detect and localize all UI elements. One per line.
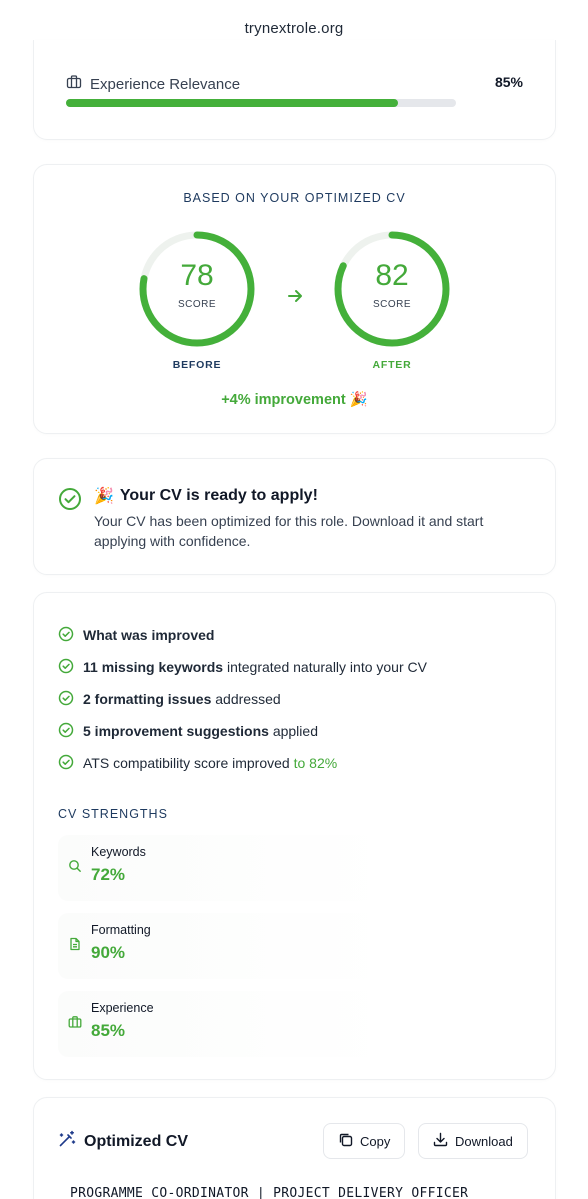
strength-keywords: Keywords 72% (58, 835, 534, 901)
download-icon (433, 1132, 448, 1150)
download-button[interactable]: Download (418, 1123, 528, 1159)
experience-relevance-label: Experience Relevance (90, 76, 241, 93)
list-item-text: ATS compatibility score improved to 82% (83, 755, 338, 771)
party-popper-icon: 🎉 (349, 392, 368, 408)
optimized-cv-header: Optimized CV (58, 1130, 188, 1153)
cv-first-line: PROGRAMME CO-ORDINATOR | PROJECT DELIVER… (70, 1186, 469, 1199)
cv-strengths-heading: CV STRENGTHS (58, 807, 168, 821)
before-score-value: 78 (180, 259, 214, 292)
list-item: 2 formatting issues addressed (58, 683, 427, 715)
strength-value: 90% (91, 943, 126, 962)
cv-ready-title-text: Your CV is ready to apply! (119, 487, 318, 504)
check-circle-icon (58, 658, 74, 677)
document-icon (68, 937, 82, 956)
strength-formatting: Formatting 90% (58, 913, 534, 979)
strength-experience: Experience 85% (58, 991, 534, 1057)
after-score-sub: SCORE (372, 299, 412, 310)
improvement-label: +4% improvement (221, 392, 346, 408)
download-button-label: Download (455, 1133, 513, 1149)
improvements-heading: What was improved (58, 619, 427, 651)
cv-ready-description: Your CV has been optimized for this role… (94, 513, 484, 549)
page-url: trynextrole.org (244, 19, 344, 37)
briefcase-icon (66, 74, 82, 95)
list-item-text: 11 missing keywords integrated naturally… (83, 659, 427, 675)
party-popper-icon: 🎉 (94, 488, 114, 505)
experience-relevance-percent: 85% (494, 74, 523, 90)
copy-button-label: Copy (360, 1133, 391, 1149)
experience-relevance-row: Experience Relevance (66, 74, 240, 95)
improvements-list: What was improved 11 missing keywords in… (58, 619, 427, 779)
strength-label: Experience (91, 1001, 154, 1015)
list-item: 11 missing keywords integrated naturally… (58, 651, 427, 683)
copy-button[interactable]: Copy (323, 1123, 406, 1159)
before-score-sub: SCORE (177, 299, 217, 310)
briefcase-icon (68, 1015, 82, 1034)
arrow-right-icon (286, 287, 304, 310)
experience-relevance-card: Experience Relevance 85% (33, 40, 556, 140)
score-comparison-card: BASED ON YOUR OPTIMIZED CV 78 SCORE BEFO… (33, 164, 556, 434)
cv-ready-title: 🎉 Your CV is ready to apply! (94, 486, 318, 506)
list-item-text: 5 improvement suggestions applied (83, 723, 318, 739)
check-circle-icon (58, 690, 74, 709)
improvements-heading-text: What was improved (83, 627, 215, 643)
copy-icon (338, 1132, 353, 1150)
list-item-text: 2 formatting issues addressed (83, 691, 281, 707)
strength-label: Keywords (91, 845, 146, 859)
search-icon (68, 859, 82, 878)
after-caption: AFTER (372, 359, 412, 371)
before-score-gauge: 78 SCORE (137, 229, 257, 349)
after-score-value: 82 (375, 259, 409, 292)
list-item: ATS compatibility score improved to 82% (58, 747, 427, 779)
check-circle-icon (58, 626, 74, 645)
experience-progress-bar (66, 99, 456, 107)
list-item: 5 improvement suggestions applied (58, 715, 427, 747)
check-circle-icon (58, 754, 74, 773)
score-card-title: BASED ON YOUR OPTIMIZED CV (183, 191, 406, 205)
optimized-cv-title: Optimized CV (84, 1132, 189, 1150)
improvement-text: +4% improvement 🎉 (34, 391, 555, 408)
magic-wand-icon (58, 1130, 76, 1153)
after-score-gauge: 82 SCORE (332, 229, 452, 349)
optimized-cv-card: Optimized CV Copy Download PROGRAMME CO-… (33, 1097, 556, 1199)
strength-value: 85% (91, 1021, 126, 1040)
before-caption: BEFORE (172, 359, 222, 371)
experience-progress-fill (66, 99, 398, 107)
check-circle-icon (58, 722, 74, 741)
strength-value: 72% (91, 865, 126, 884)
improvements-card: What was improved 11 missing keywords in… (33, 592, 556, 1080)
strength-label: Formatting (91, 923, 151, 937)
check-circle-icon (58, 487, 82, 516)
cv-ready-card: 🎉 Your CV is ready to apply! Your CV has… (33, 458, 556, 575)
